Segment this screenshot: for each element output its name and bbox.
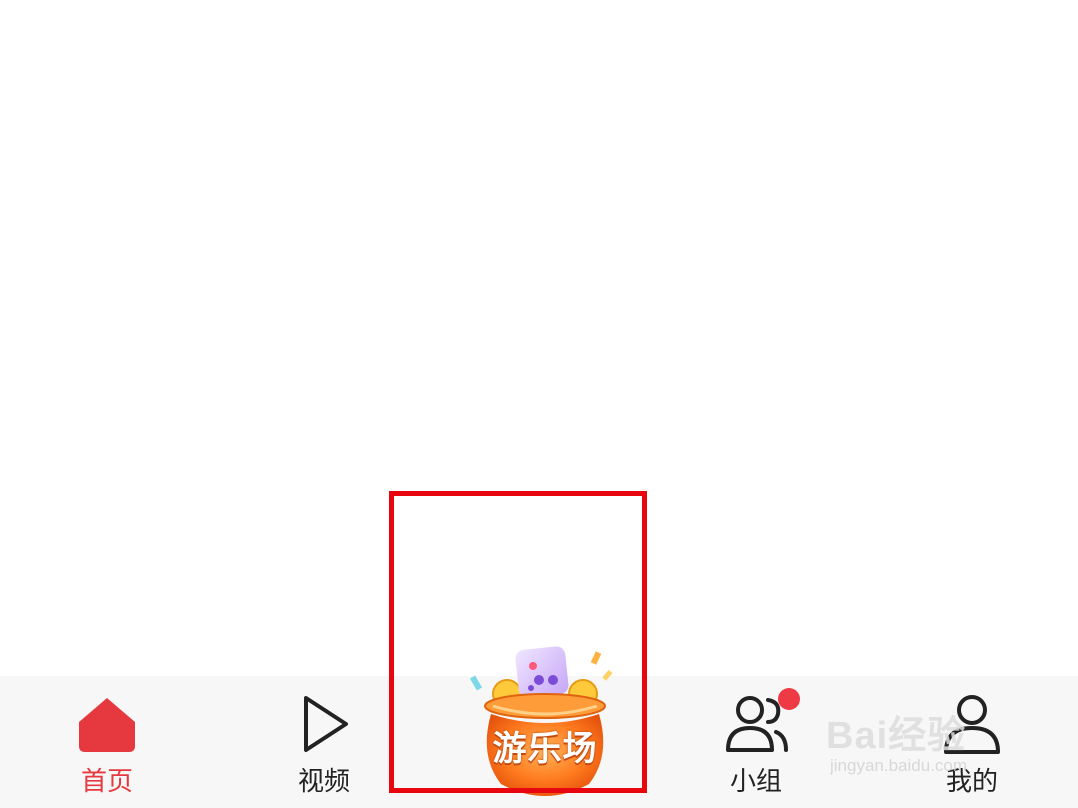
tab-home-label: 首页 [80,767,133,797]
tab-groups[interactable]: 小组 [686,676,826,808]
home-icon [79,698,135,752]
user-icon [944,695,1000,754]
app-screen: 首页 视频 游乐场 小组 我的 Bai经验 jingyan.baidu.com [0,0,1078,808]
play-icon [304,696,348,752]
tab-groups-label: 小组 [729,767,782,797]
tab-video[interactable]: 视频 [254,676,394,808]
tab-video-label: 视频 [297,767,350,797]
tab-mine-label: 我的 [945,767,998,797]
notification-dot [778,688,800,710]
tab-mine[interactable]: 我的 [902,676,1042,808]
highlight-box [389,491,647,793]
tab-home[interactable]: 首页 [37,676,177,808]
